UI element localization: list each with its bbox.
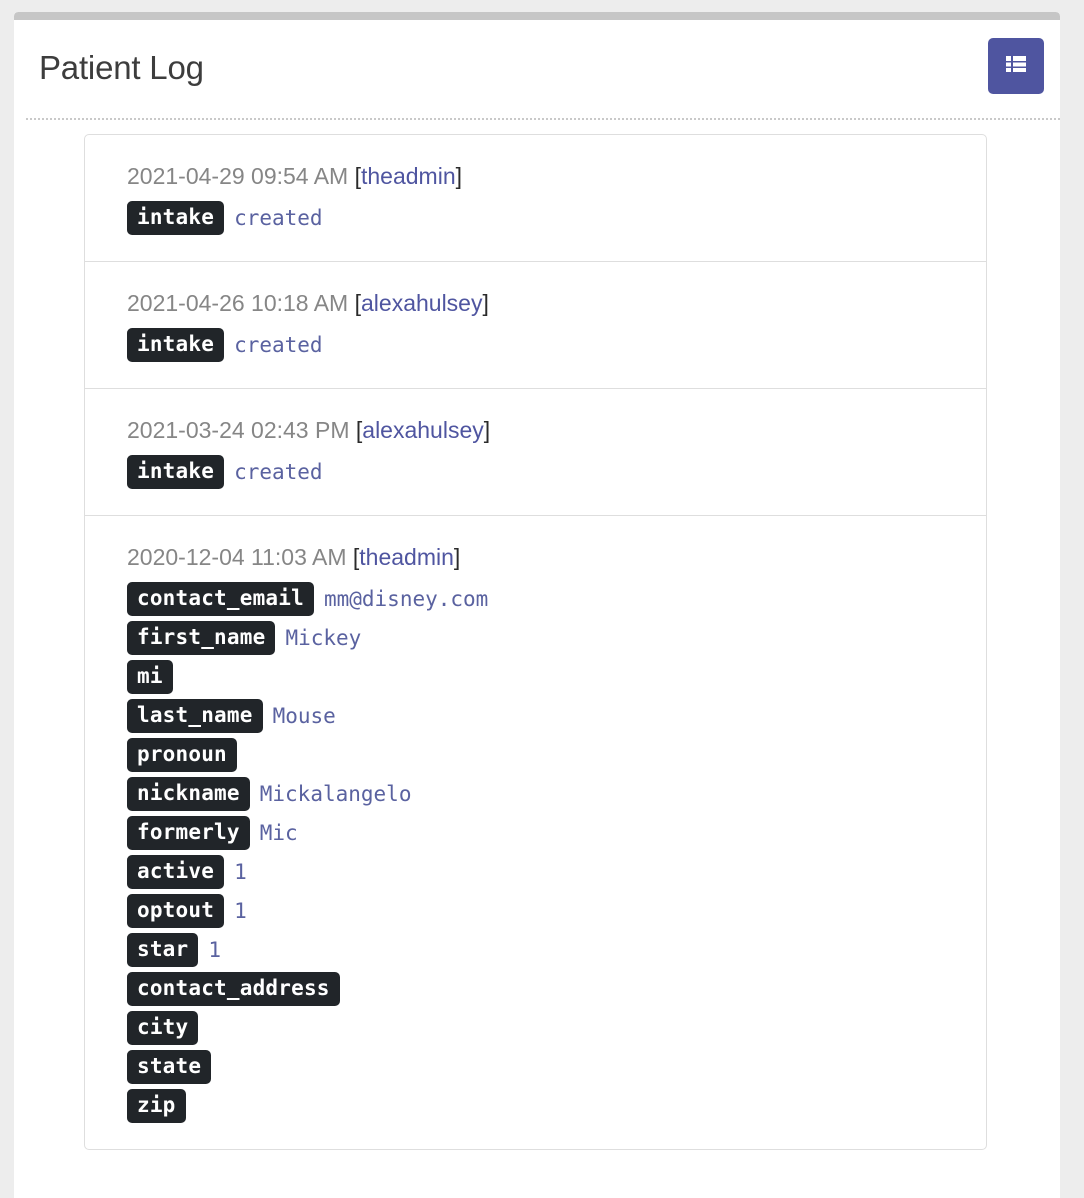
log-field-row: star 1 (127, 933, 986, 968)
log-field-value: created (234, 459, 323, 484)
log-entry-timestamp: 2021-03-24 02:43 PM (127, 417, 350, 444)
log-field-value: 1 (234, 898, 247, 923)
bracket-open: [ (348, 163, 361, 189)
table-view-button[interactable] (988, 37, 1044, 94)
log-field-value: 1 (208, 937, 222, 962)
log-field-name-badge: nickname (127, 777, 250, 812)
log-field-value: mm@disney.com (323, 586, 489, 611)
log-entry-user-link[interactable]: alexahulsey (362, 417, 483, 443)
log-entry-header: 2021-04-29 09:54 AM [theadmin] (127, 161, 986, 192)
log-entry-header: 2021-03-24 02:43 PM [alexahulsey] (127, 415, 986, 446)
log-field-name-badge: mi (127, 660, 173, 695)
log-field-name-badge: intake (127, 201, 225, 236)
log-field-value: Mouse (272, 703, 336, 728)
log-field-name-badge: last_name (127, 699, 263, 734)
log-entry: 2021-03-24 02:43 PM [alexahulsey] intake c… (85, 389, 986, 517)
log-entry-header: 2020-12-04 11:03 AM [theadmin] (127, 542, 986, 573)
log-field-name-badge: star (127, 933, 199, 968)
log-field-name-badge: first_name (127, 621, 276, 656)
log-field-value: Mickalangelo (259, 781, 412, 806)
log-field-name-badge: city (127, 1011, 199, 1046)
log-field-value: created (234, 205, 323, 230)
log-field-name-badge: zip (127, 1089, 186, 1124)
log-entry-user-link[interactable]: alexahulsey (361, 290, 482, 316)
bracket-open: [ (349, 417, 363, 444)
log-field-name-badge: contact_email (127, 582, 314, 617)
horizontal-scrollbar[interactable] (14, 12, 1060, 20)
log-field-row: optout 1 (127, 894, 986, 929)
log-entry-timestamp: 2021-04-26 10:18 AM (127, 290, 349, 317)
log-field-row: state (127, 1050, 986, 1085)
log-entry-user-link[interactable]: theadmin (361, 163, 456, 189)
log-field-row: zip (127, 1089, 986, 1124)
log-field-name-badge: intake (127, 328, 225, 363)
log-entry-timestamp: 2021-04-29 09:54 AM (127, 163, 349, 189)
log-field-row: contact_email mm@disney.com (127, 582, 986, 617)
log-field-name-badge: active (127, 855, 225, 890)
log-entry: 2020-12-04 11:03 AM [theadmin] contact_em… (85, 516, 986, 1149)
log-field-row: pronoun (127, 738, 986, 773)
log-field-row: nickname Mickalangelo (127, 777, 986, 812)
log-field-value: created (234, 332, 323, 357)
bracket-open: [ (348, 290, 361, 317)
log-field-row: active 1 (127, 855, 986, 890)
bracket-close: ] (455, 163, 463, 189)
log-field-value: 1 (234, 859, 247, 884)
log-entry-user-link[interactable]: theadmin (359, 544, 454, 570)
bracket-close: ] (483, 417, 491, 444)
log-field-row: intake created (127, 201, 986, 236)
header-divider (26, 118, 1060, 120)
bracket-open: [ (346, 544, 360, 571)
log-field-name-badge: optout (127, 894, 225, 929)
bracket-close: ] (453, 544, 461, 571)
log-field-row: first_name Mickey (127, 621, 986, 656)
application-panel: Patient Log 2021-04-29 09:54 AM [theadmi… (14, 12, 1060, 1198)
bracket-close: ] (482, 290, 489, 317)
table-grid-icon (1004, 52, 1028, 79)
patient-log-list: 2021-04-29 09:54 AM [theadmin] intake crea… (84, 134, 987, 1151)
log-field-name-badge: formerly (127, 816, 250, 851)
log-field-row: mi (127, 660, 986, 695)
log-field-name-badge: intake (127, 455, 225, 490)
log-entry-timestamp: 2020-12-04 11:03 AM (127, 544, 347, 571)
log-field-value: Mickey (285, 625, 362, 650)
page-title: Patient Log (39, 49, 204, 86)
log-field-row: contact_address (127, 972, 986, 1007)
log-field-row: formerly Mic (127, 816, 986, 851)
log-field-row: last_name Mouse (127, 699, 986, 734)
log-field-row: intake created (127, 455, 986, 490)
log-entry-header: 2021-04-26 10:18 AM [alexahulsey] (127, 288, 986, 319)
log-field-row: intake created (127, 328, 986, 363)
log-field-value: Mic (259, 820, 298, 845)
log-entry: 2021-04-26 10:18 AM [alexahulsey] intake c… (85, 262, 986, 390)
log-field-name-badge: state (127, 1050, 212, 1085)
log-field-name-badge: pronoun (127, 738, 237, 773)
log-field-row: city (127, 1011, 986, 1046)
page-header: Patient Log (14, 20, 1060, 111)
log-entry: 2021-04-29 09:54 AM [theadmin] intake crea… (85, 135, 986, 263)
log-field-name-badge: contact_address (127, 972, 340, 1007)
